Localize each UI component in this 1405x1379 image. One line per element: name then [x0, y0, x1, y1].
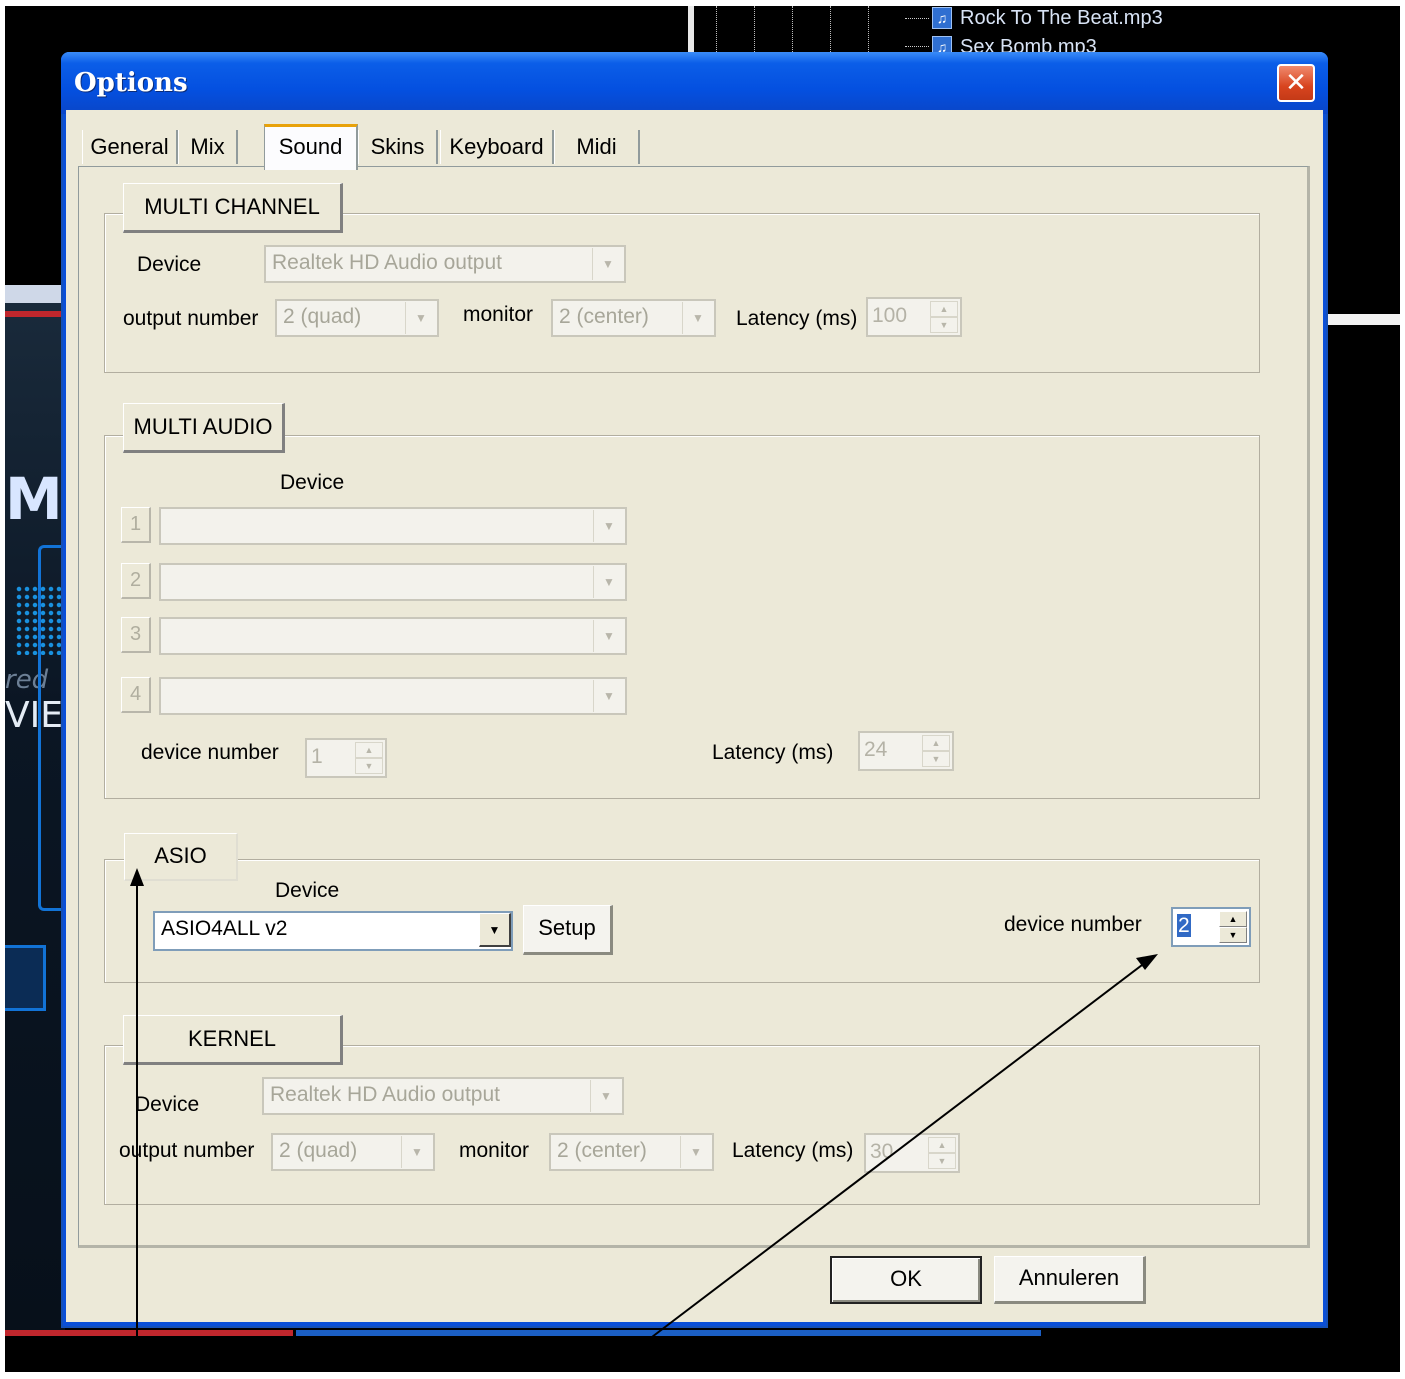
- kernel-device-label: Device: [135, 1093, 200, 1116]
- close-icon: ✕: [1285, 68, 1307, 98]
- multi-audio-latency-value: 24: [864, 738, 888, 761]
- chevron-down-icon: ▼: [401, 1136, 432, 1168]
- chevron-down-icon: ▼: [592, 248, 623, 280]
- background-white-bar: [1328, 314, 1400, 325]
- chevron-down-icon: ▼: [682, 302, 713, 334]
- screen-edge-bottom: [0, 1372, 1405, 1379]
- multi-channel-group: [104, 213, 1260, 373]
- multi-channel-latency-label: Latency (ms): [736, 307, 858, 330]
- sound-tab-page: MULTI CHANNEL Device Realtek HD Audio ou…: [78, 166, 1310, 1248]
- multi-audio-latency-label: Latency (ms): [712, 741, 834, 764]
- multi-channel-output-select[interactable]: 2 (quad) ▼: [275, 299, 439, 337]
- kernel-monitor-label: monitor: [459, 1139, 530, 1162]
- kernel-device-select[interactable]: Realtek HD Audio output ▼: [262, 1077, 624, 1115]
- spin-up-icon[interactable]: ▲: [928, 1137, 956, 1153]
- multi-audio-slot-3-select[interactable]: ▼: [159, 617, 627, 655]
- kernel-device-value: Realtek HD Audio output: [270, 1083, 500, 1106]
- background-file-name: Rock To The Beat.mp3: [960, 6, 1163, 29]
- chevron-down-icon: ▼: [593, 620, 624, 652]
- kernel-output-label: output number: [119, 1139, 255, 1162]
- kernel-monitor-select[interactable]: 2 (center) ▼: [549, 1133, 714, 1171]
- spin-up-icon[interactable]: ▲: [922, 735, 950, 751]
- multi-channel-latency-value: 100: [872, 304, 908, 327]
- options-dialog: Options ✕ General Mix Sound Skins Keyboa…: [61, 52, 1328, 1328]
- chevron-down-icon: ▼: [593, 566, 624, 598]
- multi-audio-slot-4-select[interactable]: ▼: [159, 677, 627, 715]
- multi-channel-device-select[interactable]: Realtek HD Audio output ▼: [264, 245, 626, 283]
- chevron-down-icon: ▼: [593, 510, 624, 542]
- asio-device-value: ASIO4ALL v2: [161, 917, 288, 940]
- background-blue-bar: [296, 1330, 1041, 1336]
- tab-skins[interactable]: Skins: [358, 130, 438, 164]
- tab-sound[interactable]: Sound: [264, 124, 358, 170]
- spin-up-icon[interactable]: ▲: [930, 301, 958, 317]
- tab-keyboard[interactable]: Keyboard: [440, 130, 554, 164]
- multi-audio-slot-3-button[interactable]: 3: [121, 617, 151, 653]
- chevron-down-icon: ▼: [593, 680, 624, 712]
- dialog-client-area: General Mix Sound Skins Keyboard Midi MU…: [66, 110, 1323, 1322]
- spin-down-icon[interactable]: ▼: [928, 1153, 956, 1169]
- tab-midi[interactable]: Midi: [554, 130, 640, 164]
- kernel-group: [104, 1045, 1260, 1205]
- multi-channel-monitor-select[interactable]: 2 (center) ▼: [551, 299, 716, 337]
- multi-channel-output-value: 2 (quad): [283, 305, 362, 328]
- background-playlist-grid: [688, 6, 908, 54]
- background-red-bar: [5, 1330, 293, 1336]
- spin-up-icon[interactable]: ▲: [1219, 911, 1247, 927]
- asio-setup-button[interactable]: Setup: [523, 905, 613, 955]
- kernel-output-value: 2 (quad): [279, 1139, 358, 1162]
- asio-header[interactable]: ASIO: [124, 833, 238, 881]
- multi-channel-output-label: output number: [123, 307, 259, 330]
- chevron-down-icon: ▼: [405, 302, 436, 334]
- multi-audio-header[interactable]: MULTI AUDIO: [123, 403, 285, 453]
- chevron-down-icon: ▼: [479, 913, 511, 947]
- multi-audio-slot-2-button[interactable]: 2: [121, 563, 151, 599]
- asio-device-label: Device: [275, 879, 340, 902]
- chevron-down-icon: ▼: [590, 1080, 621, 1112]
- multi-audio-device-number-label: device number: [141, 741, 279, 764]
- multi-channel-device-label: Device: [137, 253, 202, 276]
- spin-down-icon[interactable]: ▼: [355, 758, 383, 774]
- kernel-latency-label: Latency (ms): [732, 1139, 854, 1162]
- title-bar[interactable]: Options ✕: [61, 52, 1328, 114]
- asio-device-number-spinner[interactable]: 2 ▲ ▼: [1171, 907, 1251, 947]
- chevron-down-icon: ▼: [680, 1136, 711, 1168]
- multi-audio-slot-1-select[interactable]: ▼: [159, 507, 627, 545]
- screen-edge-right: [1400, 0, 1405, 1379]
- cancel-button[interactable]: Annuleren: [994, 1256, 1146, 1304]
- multi-audio-device-number-value: 1: [311, 745, 323, 768]
- multi-channel-latency-spinner[interactable]: 100 ▲ ▼: [866, 297, 962, 337]
- kernel-header[interactable]: KERNEL: [123, 1015, 343, 1065]
- tab-general[interactable]: General: [82, 130, 178, 164]
- multi-channel-monitor-label: monitor: [463, 303, 534, 326]
- background-blue-knob: [5, 945, 46, 1011]
- music-file-icon: ♫: [932, 7, 952, 29]
- kernel-output-select[interactable]: 2 (quad) ▼: [271, 1133, 435, 1171]
- tab-mix[interactable]: Mix: [178, 130, 238, 164]
- asio-device-number-label: device number: [1004, 913, 1142, 936]
- kernel-latency-value: 30: [870, 1140, 894, 1163]
- multi-audio-slot-4-button[interactable]: 4: [121, 677, 151, 713]
- asio-device-select[interactable]: ASIO4ALL v2 ▼: [153, 911, 513, 951]
- spin-down-icon[interactable]: ▼: [922, 751, 950, 767]
- multi-channel-monitor-value: 2 (center): [559, 305, 649, 328]
- multi-channel-header[interactable]: MULTI CHANNEL: [123, 183, 343, 233]
- asio-device-number-value: 2: [1177, 914, 1191, 937]
- close-button[interactable]: ✕: [1277, 64, 1315, 102]
- kernel-latency-spinner[interactable]: 30 ▲ ▼: [864, 1133, 960, 1173]
- ok-button[interactable]: OK: [830, 1256, 982, 1304]
- multi-audio-device-label: Device: [280, 471, 345, 494]
- spin-up-icon[interactable]: ▲: [355, 742, 383, 758]
- multi-audio-slot-2-select[interactable]: ▼: [159, 563, 627, 601]
- background-file-item[interactable]: ♫ Rock To The Beat.mp3: [932, 6, 1163, 30]
- spin-down-icon[interactable]: ▼: [1219, 927, 1247, 943]
- kernel-monitor-value: 2 (center): [557, 1139, 647, 1162]
- multi-channel-device-value: Realtek HD Audio output: [272, 251, 502, 274]
- multi-audio-latency-spinner[interactable]: 24 ▲ ▼: [858, 731, 954, 771]
- dialog-title: Options: [74, 68, 188, 98]
- spin-down-icon[interactable]: ▼: [930, 317, 958, 333]
- multi-audio-slot-1-button[interactable]: 1: [121, 507, 151, 543]
- multi-audio-device-number-spinner[interactable]: 1 ▲ ▼: [305, 738, 387, 778]
